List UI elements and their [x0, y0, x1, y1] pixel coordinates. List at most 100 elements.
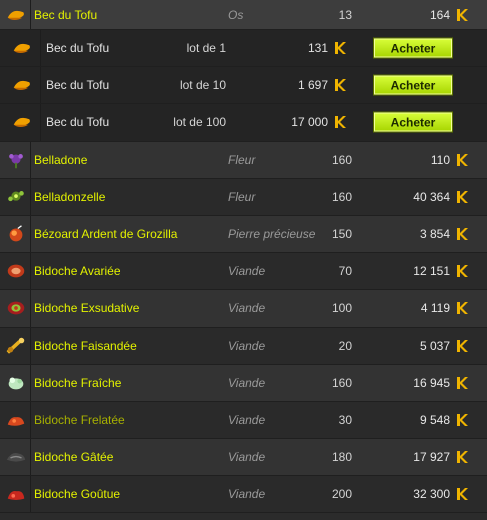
- lot-price: 17 000: [291, 115, 328, 130]
- buy-button[interactable]: Acheter: [373, 74, 453, 96]
- lot-item-name: Bec du Tofu: [46, 78, 110, 93]
- item-name: Bidoche Fraîche: [34, 375, 122, 390]
- item-level: 13: [338, 7, 352, 22]
- divider: [30, 364, 31, 401]
- kamas-icon: [455, 476, 469, 512]
- kamas-icon: [455, 0, 469, 29]
- kamas-icon: [455, 253, 469, 289]
- meat-icon: [2, 290, 30, 326]
- buy-button[interactable]: Acheter: [373, 111, 453, 133]
- divider: [30, 253, 31, 290]
- item-level: 200: [331, 487, 352, 502]
- item-name: Bidoche Frelatée: [34, 412, 125, 427]
- item-level: 160: [331, 375, 352, 390]
- lot-price: 131: [307, 41, 328, 56]
- meat-icon: [2, 328, 30, 364]
- item-name: Belladone: [34, 152, 88, 167]
- item-category: Os: [228, 7, 244, 22]
- item-row[interactable]: Bidoche Faisandée Viande 20 5 037: [0, 327, 487, 365]
- kamas-icon: [455, 179, 469, 215]
- divider: [40, 67, 41, 104]
- belladonzelle-flower-icon: [2, 179, 30, 215]
- divider: [30, 290, 31, 327]
- tofu-beak-icon: [8, 30, 36, 66]
- divider: [40, 104, 41, 141]
- item-level: 30: [338, 412, 352, 427]
- item-level: 20: [338, 338, 352, 353]
- item-name: Belladonzelle: [34, 189, 106, 204]
- lot-size: lot de 100: [173, 115, 226, 130]
- item-row[interactable]: Belladone Fleur 160 110: [0, 141, 487, 179]
- tofu-beak-icon: [8, 67, 36, 103]
- divider: [30, 476, 31, 513]
- lot-item-name: Bec du Tofu: [46, 41, 110, 56]
- divider: [30, 401, 31, 439]
- item-name: Bidoche Gâtée: [34, 450, 114, 465]
- kamas-icon: [455, 290, 469, 326]
- item-row[interactable]: Bidoche Goûtue Viande 200 32 300: [0, 476, 487, 514]
- divider: [30, 178, 31, 215]
- meat-icon: [2, 402, 30, 438]
- item-name: Bézoard Ardent de Grozilla: [34, 227, 178, 242]
- lot-row: Bec du Tofu lot de 100 17 000 Acheter: [0, 104, 487, 142]
- divider: [30, 439, 31, 476]
- kamas-icon: [455, 328, 469, 364]
- item-name: Bidoche Goûtue: [34, 487, 121, 502]
- item-category: Viande: [228, 338, 266, 353]
- item-level: 160: [331, 189, 352, 204]
- lot-row: Bec du Tofu lot de 10 1 697 Acheter: [0, 67, 487, 105]
- item-level: 150: [331, 227, 352, 242]
- item-price: 9 548: [419, 412, 450, 427]
- lot-row: Bec du Tofu lot de 1 131 Acheter: [0, 30, 487, 68]
- kamas-icon: [333, 104, 347, 140]
- kamas-icon: [455, 439, 469, 475]
- item-row[interactable]: Belladonzelle Fleur 160 40 364: [0, 178, 487, 216]
- item-row[interactable]: Bidoche Exsudative Viande 100 4 119: [0, 290, 487, 328]
- item-price: 5 037: [419, 338, 450, 353]
- item-name: Bidoche Avariée: [34, 264, 121, 279]
- item-row[interactable]: Bidoche Frelatée Viande 30 9 548: [0, 401, 487, 440]
- item-price: 32 300: [413, 487, 450, 502]
- meat-icon: [2, 476, 30, 512]
- item-category: Fleur: [228, 152, 256, 167]
- divider: [30, 327, 31, 364]
- item-price: 17 927: [413, 450, 450, 465]
- item-row-selected[interactable]: Bec du Tofu Os 13 164: [0, 0, 487, 30]
- item-list: Bec du Tofu Os 13 164 Bec du Tofu lot de…: [0, 0, 487, 514]
- buy-button[interactable]: Acheter: [373, 37, 453, 59]
- item-price: 3 854: [419, 227, 450, 242]
- item-level: 100: [331, 301, 352, 316]
- item-category: Viande: [228, 375, 266, 390]
- bezoar-stone-icon: [2, 216, 30, 252]
- kamas-icon: [455, 402, 469, 438]
- kamas-icon: [455, 365, 469, 401]
- item-category: Viande: [228, 264, 266, 279]
- item-category: Viande: [228, 412, 266, 427]
- meat-icon: [2, 439, 30, 475]
- item-row[interactable]: Bidoche Gâtée Viande 180 17 927: [0, 439, 487, 477]
- item-row[interactable]: Bidoche Fraîche Viande 160 16 945: [0, 364, 487, 402]
- item-row[interactable]: Bidoche Avariée Viande 70 12 151: [0, 253, 487, 291]
- kamas-icon: [333, 67, 347, 103]
- divider: [30, 215, 31, 253]
- item-category: Viande: [228, 301, 266, 316]
- item-price: 12 151: [413, 264, 450, 279]
- meat-icon: [2, 253, 30, 289]
- lot-item-name: Bec du Tofu: [46, 115, 110, 130]
- item-price: 40 364: [413, 189, 450, 204]
- item-price: 110: [430, 152, 450, 167]
- kamas-icon: [455, 216, 469, 252]
- divider: [40, 30, 41, 67]
- kamas-icon: [333, 30, 347, 66]
- item-level: 180: [331, 450, 352, 465]
- item-price: 4 119: [420, 301, 450, 316]
- item-price: 16 945: [413, 375, 450, 390]
- divider: [30, 141, 31, 178]
- item-row[interactable]: Bézoard Ardent de Grozilla Pierre précie…: [0, 215, 487, 254]
- item-category: Fleur: [228, 189, 256, 204]
- item-price: 164: [429, 7, 450, 22]
- lot-size: lot de 1: [186, 41, 226, 56]
- item-category: Viande: [228, 487, 266, 502]
- tofu-beak-icon: [2, 0, 30, 29]
- belladone-flower-icon: [2, 142, 30, 178]
